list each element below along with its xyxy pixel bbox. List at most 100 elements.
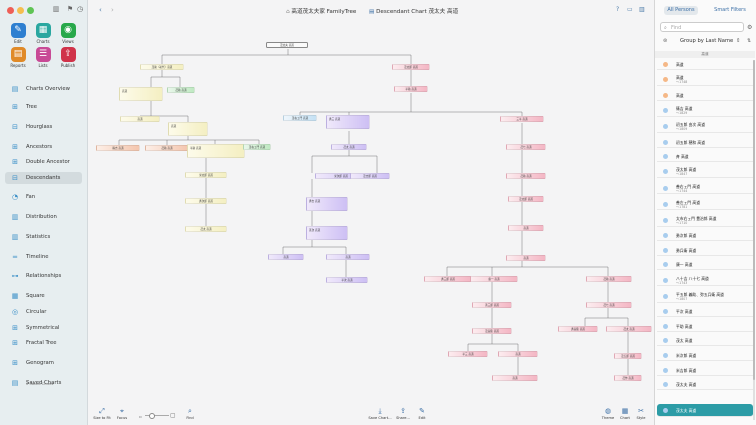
- person-node[interactable]: 高道: [268, 254, 304, 260]
- sidebar-item-tree[interactable]: ⊞ Tree: [5, 101, 82, 113]
- back-arrow-icon[interactable]: ‹: [99, 6, 102, 14]
- sidebar-item-ancestors[interactable]: ⊞ Ancestors: [5, 141, 82, 153]
- person-node[interactable]: 高道: [326, 254, 370, 260]
- sidebar-item-circular[interactable]: ◎ Circular: [5, 306, 82, 318]
- person-node[interactable]: 茂兵衛 高道: [472, 328, 512, 334]
- person-list-item[interactable]: 茂太夫 高道: [657, 380, 753, 391]
- person-list-item[interactable]: 善右ェ門 高道 ～1744: [657, 183, 753, 195]
- person-node[interactable]: 勇次郎 高道: [185, 198, 227, 204]
- zoom-slider[interactable]: ▫ ▢: [139, 411, 176, 419]
- person-list-item[interactable]: 高道 ～1748: [657, 75, 753, 87]
- save-chart-button[interactable]: ⤓ Save Chart...: [368, 407, 392, 420]
- person-list-item[interactable]: 勇兵衛 高道: [657, 246, 753, 256]
- person-list-item[interactable]: 善左ェ門 高道 ～1781: [657, 199, 753, 211]
- person-node[interactable]: 茂吉郎 高道: [350, 173, 390, 179]
- person-list-item[interactable]: 茂太郎 高道 ～1847: [657, 167, 753, 179]
- zoom-slider-knob[interactable]: [149, 412, 155, 419]
- person-node[interactable]: 三平 高道: [500, 116, 544, 122]
- person-list-item[interactable]: 高道: [657, 60, 753, 70]
- sidebar-item-charts-overview[interactable]: ▤ Charts Overview: [5, 83, 82, 95]
- sidebar-item-fan[interactable]: ◔ Fan: [5, 191, 82, 203]
- zoom-window-button[interactable]: [27, 7, 34, 14]
- charts-tool-button[interactable]: ▦ Charts: [32, 23, 54, 44]
- person-node[interactable]: 茂右ェ門 高道: [243, 144, 271, 150]
- person-node[interactable]: 高道: [492, 375, 538, 381]
- person-node[interactable]: 茂五郎 高道: [614, 353, 642, 359]
- right-panel-toggle-icon[interactable]: ▥: [639, 6, 645, 14]
- person-node[interactable]: 茂七 高道: [506, 144, 546, 150]
- person-node[interactable]: 茂七 高道: [586, 302, 632, 308]
- person-node[interactable]: 高道: [508, 225, 544, 231]
- person-search-input[interactable]: ⌕ Find: [660, 22, 744, 32]
- help-icon[interactable]: ?: [616, 6, 619, 14]
- sidebar-item-symmetrical[interactable]: ⊞ Symmetrical: [5, 322, 82, 334]
- reports-tool-button[interactable]: ▤ Reports: [7, 47, 29, 68]
- sidebar-item-statistics[interactable]: ▥ Statistics: [5, 231, 82, 243]
- person-list-item[interactable]: 米吉郎 高道: [657, 366, 753, 376]
- person-node[interactable]: 勇三郎 高道: [424, 276, 472, 282]
- person-node[interactable]: 茂太郎 高道: [508, 196, 544, 202]
- person-list-item[interactable]: 平五郎 義助、弥五兵衛 高道 ～1807: [657, 291, 753, 303]
- sidebar-toggle-icon[interactable]: ▥: [52, 5, 60, 13]
- style-button[interactable]: ✂ Style: [629, 407, 653, 420]
- person-list-item[interactable]: 康一 高道: [657, 260, 753, 271]
- sort-icon[interactable]: ⇅: [747, 38, 751, 44]
- person-list-item[interactable]: 茂太 高道: [657, 336, 753, 347]
- person-list-item[interactable]: 平次 高道: [657, 307, 753, 318]
- group-by-selector[interactable]: ⊜ Group by Last Name ⇕: [660, 36, 744, 46]
- person-node[interactable]: 茂太 高道: [185, 226, 227, 232]
- person-node[interactable]: 茂助 高道: [145, 145, 189, 151]
- person-node[interactable]: 高道: [506, 255, 546, 261]
- person-node[interactable]: 勇三 高道: [326, 115, 370, 129]
- person-node[interactable]: 茂太 高道: [606, 326, 652, 332]
- person-list-item[interactable]: 初五郎 由次 高道 ～1809: [657, 121, 753, 133]
- person-node[interactable]: 高道: [120, 116, 160, 122]
- person-node[interactable]: 茂助 高道: [506, 173, 546, 179]
- tab-all-persons[interactable]: All Persons: [664, 6, 698, 15]
- sidebar-item-genogram[interactable]: ⊞ Genogram: [5, 357, 82, 369]
- person-list-item[interactable]: 米次郎 高道: [657, 351, 753, 361]
- sidebar-item-descendants[interactable]: ⊟ Descendants: [5, 172, 82, 184]
- person-node[interactable]: 平次 高道: [326, 277, 368, 283]
- descendant-chart-canvas[interactable]: 茂太夫 高道 茂助（初代）高道 茂太郎 高道 高道 茂助 高道 平助 高道 高道 高道 茂右ェ門…: [88, 20, 654, 405]
- person-node[interactable]: 茂助（初代）高道: [140, 64, 184, 70]
- person-list-item[interactable]: 八十吉 八十七 高道 ～1743: [657, 275, 753, 287]
- close-window-button[interactable]: [7, 7, 14, 14]
- person-node[interactable]: 茂太郎 高道: [392, 64, 430, 70]
- sidebar-item-fractal-tree[interactable]: ⊞ Fractal Tree: [5, 337, 82, 349]
- sidebar-item-square[interactable]: ▦ Square: [5, 290, 82, 302]
- person-node[interactable]: 米太郎 高道: [185, 172, 227, 178]
- person-node[interactable]: 茂右ェ門 高道: [283, 115, 317, 121]
- views-tool-button[interactable]: ◉ Views: [57, 23, 79, 44]
- person-list-item[interactable]: 斉 高道: [657, 152, 753, 163]
- person-node[interactable]: 高道: [168, 122, 208, 136]
- person-node[interactable]: 茂助 高道: [167, 87, 195, 93]
- person-list-item[interactable]: 高道: [657, 91, 753, 101]
- root-person-node[interactable]: 茂太夫 高道: [266, 42, 308, 48]
- forward-arrow-icon[interactable]: ›: [111, 6, 114, 14]
- gear-icon[interactable]: ⚙: [747, 24, 752, 31]
- person-list-item[interactable]: 茂太夫 高道: [657, 404, 753, 417]
- publish-tool-button[interactable]: ⇪ Publish: [57, 47, 79, 68]
- bookmark-icon[interactable]: ⚑: [66, 5, 74, 13]
- person-node[interactable]: 平助 高道: [187, 144, 245, 158]
- sidebar-item-hourglass[interactable]: ⊟ Hourglass: [5, 121, 82, 133]
- person-list-item[interactable]: 平助 高道: [657, 322, 753, 332]
- minimize-window-button[interactable]: [17, 7, 24, 14]
- sidebar-item-double-ancestor[interactable]: ⊞ Double Ancestor: [5, 156, 82, 168]
- tab-smart-filters[interactable]: Smart Filters: [710, 6, 750, 15]
- person-list-item[interactable]: 太市右ェ門 豊治郎 高道 ～1710: [657, 215, 753, 227]
- edit-tool-button[interactable]: ✎ Edit: [7, 23, 29, 44]
- lists-tool-button[interactable]: ☰ Lists: [32, 47, 54, 68]
- history-icon[interactable]: ◷: [76, 5, 84, 13]
- person-node[interactable]: 高道: [119, 87, 163, 101]
- find-button[interactable]: ⌕ Find: [178, 407, 202, 420]
- focus-button[interactable]: ⌖ Focus: [110, 407, 134, 420]
- person-node[interactable]: 善三郎 高道: [472, 302, 512, 308]
- person-list-item[interactable]: 勇次郎 高道: [657, 231, 753, 242]
- scrollbar-thumb[interactable]: [753, 60, 755, 380]
- person-node[interactable]: 茂助 高道: [586, 276, 632, 282]
- sidebar-item-relationships[interactable]: ⊶ Relationships: [5, 270, 82, 282]
- person-node[interactable]: 高道: [498, 351, 538, 357]
- edit-button[interactable]: ✎ Edit: [410, 407, 434, 420]
